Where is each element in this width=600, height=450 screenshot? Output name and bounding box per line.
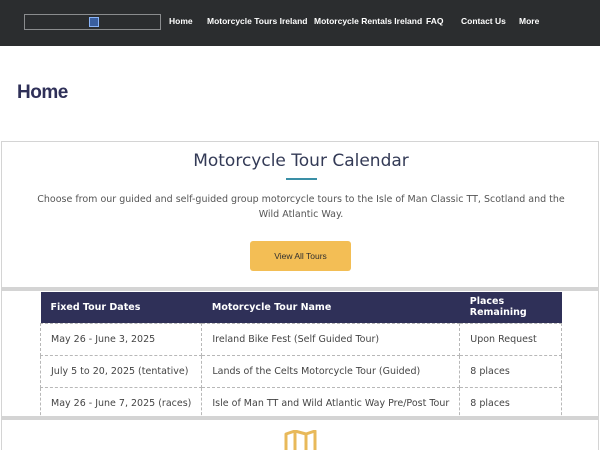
table-header-row: Fixed Tour Dates Motorcycle Tour Name Pl… (40, 292, 562, 323)
top-navigation-bar: Home Motorcycle Tours Ireland Motorcycle… (0, 0, 600, 46)
places-cell: Upon Request (459, 322, 562, 356)
tour-name-cell: Ireland Bike Fest (Self Guided Tour) (201, 322, 461, 356)
nav-more[interactable]: More (519, 16, 539, 26)
table-row: May 26 - June 3, 2025 Ireland Bike Fest … (39, 322, 562, 356)
header-places-remaining: Places Remaining (459, 292, 562, 323)
header-tour-name: Motorcycle Tour Name (201, 292, 460, 323)
nav-home[interactable]: Home (169, 16, 193, 26)
tour-dates-section: Fixed Tour Dates Motorcycle Tour Name Pl… (1, 288, 599, 420)
tour-date-cell: May 26 - June 3, 2025 (39, 322, 203, 356)
tour-date-cell: May 26 - June 7, 2025 (races) (39, 386, 203, 420)
places-cell: 8 places (459, 354, 562, 388)
places-cell: 8 places (459, 386, 562, 420)
tour-dates-table: Fixed Tour Dates Motorcycle Tour Name Pl… (39, 292, 562, 420)
nav-faq[interactable]: FAQ (426, 16, 443, 26)
nav-contact-us[interactable]: Contact Us (461, 16, 506, 26)
calendar-title: Motorcycle Tour Calendar (193, 151, 409, 171)
nav-motorcycle-rentals-ireland[interactable]: Motorcycle Rentals Ireland (314, 16, 422, 26)
broken-image-icon (89, 17, 99, 27)
map-icon (284, 430, 317, 450)
tour-date-cell: July 5 to 20, 2025 (tentative) (39, 354, 203, 388)
nav-motorcycle-tours-ireland[interactable]: Motorcycle Tours Ireland (207, 16, 307, 26)
header-fixed-tour-dates: Fixed Tour Dates (40, 292, 202, 323)
page-title: Home (17, 82, 68, 103)
title-underline (286, 178, 317, 180)
site-logo[interactable] (24, 14, 161, 30)
table-row: May 26 - June 7, 2025 (races) Isle of Ma… (39, 386, 562, 420)
table-row: July 5 to 20, 2025 (tentative) Lands of … (39, 354, 562, 388)
tour-calendar-section: Motorcycle Tour Calendar Choose from our… (1, 141, 599, 288)
tour-name-cell: Isle of Man TT and Wild Atlantic Way Pre… (201, 386, 461, 420)
calendar-description: Choose from our guided and self-guided g… (37, 194, 565, 220)
tour-name-cell: Lands of the Celts Motorcycle Tour (Guid… (201, 354, 461, 388)
view-all-tours-button[interactable]: View All Tours (250, 241, 351, 271)
features-section (1, 417, 599, 450)
